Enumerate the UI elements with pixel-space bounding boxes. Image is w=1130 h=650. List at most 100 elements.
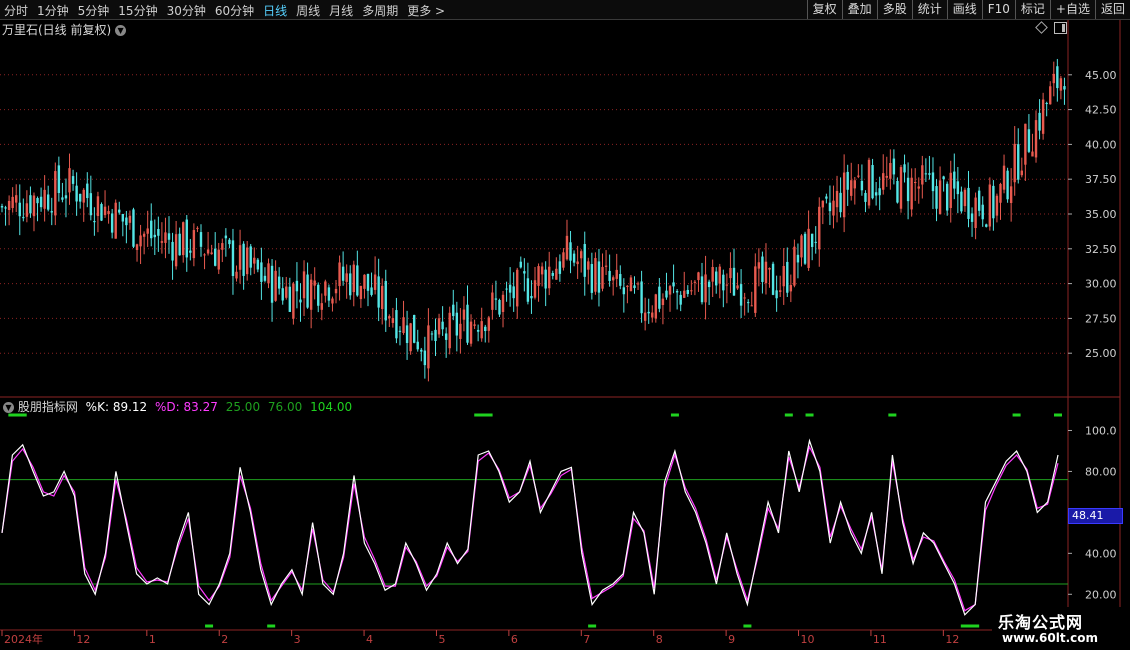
candle-body bbox=[562, 252, 565, 268]
candle-body bbox=[341, 266, 345, 281]
candle-body bbox=[715, 271, 718, 286]
candle-body bbox=[86, 183, 89, 199]
price-tick-label: 45.00 bbox=[1085, 69, 1117, 82]
candle-body bbox=[267, 263, 270, 284]
candle-body bbox=[867, 159, 871, 206]
candle-body bbox=[182, 222, 185, 256]
candle-body bbox=[842, 172, 846, 218]
candle-body bbox=[349, 273, 352, 296]
candle-body bbox=[416, 341, 419, 350]
candle-body bbox=[409, 323, 412, 352]
candle-body bbox=[78, 193, 82, 202]
candle-body bbox=[476, 329, 480, 332]
candle-body bbox=[242, 243, 245, 276]
candle-body bbox=[221, 243, 224, 250]
candle-body bbox=[672, 282, 675, 287]
candle-body bbox=[693, 281, 697, 283]
candle-body bbox=[203, 254, 206, 256]
candle-body bbox=[352, 264, 355, 293]
candle-body bbox=[970, 213, 974, 222]
candle-body bbox=[89, 193, 93, 216]
candle-body bbox=[633, 285, 636, 289]
candle-body bbox=[434, 329, 437, 341]
candle-body bbox=[469, 321, 473, 344]
candle-body bbox=[71, 176, 75, 184]
candle-body bbox=[889, 162, 892, 179]
candle-body bbox=[1063, 86, 1066, 90]
candle-body bbox=[789, 285, 793, 292]
candle-body bbox=[885, 175, 888, 178]
candle-body bbox=[938, 180, 942, 215]
indicator-tick-label: 40.00 bbox=[1085, 547, 1117, 560]
candle-body bbox=[231, 240, 235, 276]
chevron-down-circle-icon[interactable]: ▼ bbox=[3, 402, 14, 413]
candle-body bbox=[601, 266, 604, 289]
candle-body bbox=[917, 186, 920, 189]
candle-body bbox=[164, 232, 167, 243]
candle-body bbox=[238, 245, 242, 270]
date-tick-label: 2 bbox=[221, 633, 228, 646]
candle-body bbox=[317, 284, 320, 306]
candle-body bbox=[903, 164, 906, 173]
date-tick-label: 7 bbox=[583, 633, 590, 646]
candle-body bbox=[818, 206, 821, 250]
candle-body bbox=[569, 242, 572, 261]
candle-body bbox=[448, 312, 451, 349]
current-value-box: 48.41 bbox=[1068, 508, 1123, 524]
candle-body bbox=[963, 189, 967, 207]
candle-body bbox=[480, 321, 483, 339]
candle-body bbox=[189, 250, 192, 253]
candle-body bbox=[615, 269, 618, 279]
candle-body bbox=[985, 224, 988, 227]
candle-body bbox=[412, 314, 416, 343]
candle-body bbox=[690, 290, 693, 292]
candle-body bbox=[324, 281, 327, 296]
candle-body bbox=[505, 288, 508, 290]
candle-body bbox=[754, 266, 757, 313]
candle-body bbox=[747, 302, 750, 304]
candle-body bbox=[981, 204, 984, 220]
candle-body bbox=[217, 249, 220, 270]
candle-body bbox=[718, 266, 721, 284]
candle-body bbox=[683, 290, 686, 298]
candle-body bbox=[302, 271, 306, 299]
candle-body bbox=[995, 195, 999, 216]
candle-body bbox=[277, 276, 281, 289]
candle-body bbox=[953, 171, 956, 189]
candle-body bbox=[914, 181, 917, 183]
candle-body bbox=[494, 298, 498, 300]
indicator-title: 股朋指标网 bbox=[17, 400, 78, 414]
candle-body bbox=[1017, 144, 1020, 180]
candle-body bbox=[921, 165, 924, 185]
candle-body bbox=[629, 277, 633, 292]
candle-body bbox=[281, 288, 284, 301]
candle-body bbox=[245, 247, 249, 275]
candle-body bbox=[1013, 143, 1016, 183]
candle-body bbox=[583, 244, 586, 277]
candle-body bbox=[249, 246, 252, 268]
candle-body bbox=[359, 285, 363, 300]
candle-body bbox=[309, 279, 313, 310]
candle-body bbox=[576, 261, 579, 265]
panel-toggle-icon[interactable] bbox=[1054, 22, 1067, 34]
date-tick-label: 4 bbox=[366, 633, 373, 646]
candle-body bbox=[388, 316, 391, 319]
date-tick-label: 12 bbox=[76, 633, 90, 646]
price-tick-label: 40.00 bbox=[1085, 138, 1117, 151]
price-tick-label: 35.00 bbox=[1085, 208, 1117, 221]
candle-body bbox=[988, 184, 992, 227]
candle-body bbox=[398, 330, 402, 332]
candle-body bbox=[103, 206, 107, 216]
price-tick-label: 25.00 bbox=[1085, 347, 1117, 360]
candle-body bbox=[839, 192, 842, 213]
candle-body bbox=[619, 274, 622, 286]
candle-body bbox=[739, 284, 743, 306]
date-tick-label: 5 bbox=[438, 633, 445, 646]
chevron-down-circle-icon[interactable]: ▼ bbox=[115, 25, 127, 36]
candle-body bbox=[263, 275, 267, 281]
candle-body bbox=[771, 263, 775, 295]
candle-body bbox=[142, 233, 146, 237]
candle-body bbox=[519, 261, 522, 268]
candle-body bbox=[636, 283, 640, 285]
candle-body bbox=[498, 299, 501, 315]
